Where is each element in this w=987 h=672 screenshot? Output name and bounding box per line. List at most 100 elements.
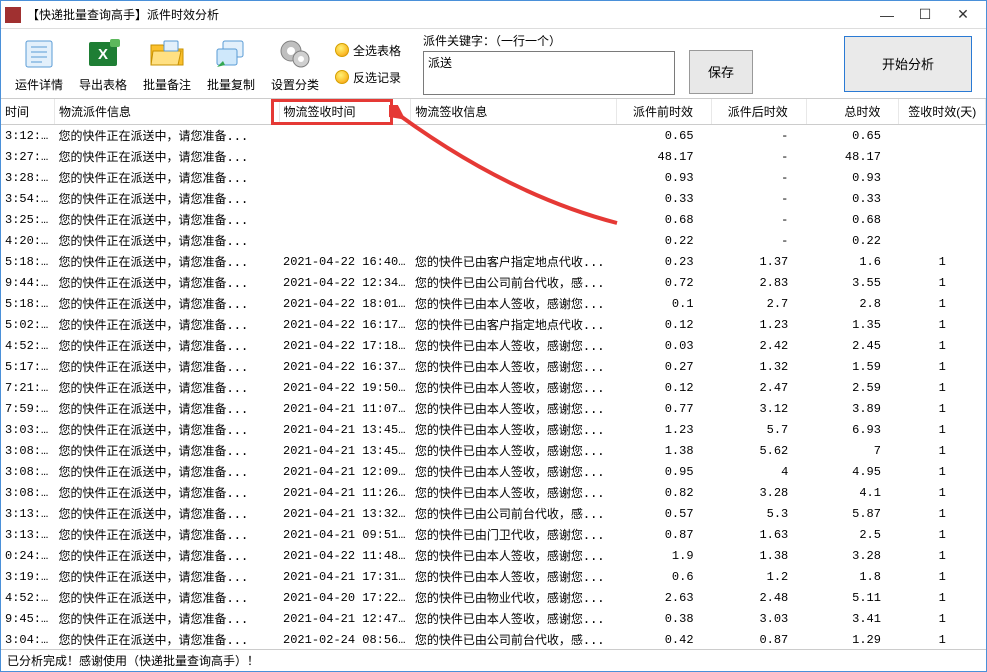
app-icon — [5, 7, 21, 23]
cell-sign-days: 1 — [899, 482, 986, 503]
col-dispatch-info[interactable]: 物流派件信息 — [55, 99, 279, 125]
cell-total-eff: 1.59 — [806, 356, 899, 377]
cell-pre-eff: 0.68 — [617, 209, 712, 230]
cell-pre-eff: 0.42 — [617, 629, 712, 649]
cell-pre-eff: 0.12 — [617, 377, 712, 398]
analyze-button[interactable]: 开始分析 — [844, 36, 972, 92]
cell-total-eff: 0.68 — [806, 209, 899, 230]
table-row[interactable]: 3:19:09您的快件正在派送中，请您准备...2021-04-21 17:31… — [1, 566, 986, 587]
cell-sign-info — [411, 209, 617, 230]
table-row[interactable]: 3:08:53您的快件正在派送中，请您准备...2021-04-21 11:26… — [1, 482, 986, 503]
cell-total-eff: 1.6 — [806, 251, 899, 272]
cell-total-eff: 3.89 — [806, 398, 899, 419]
col-post-eff[interactable]: 派件后时效 — [712, 99, 807, 125]
cell-total-eff: 3.55 — [806, 272, 899, 293]
cell-sign-days: 1 — [899, 293, 986, 314]
cell-sign-time — [279, 167, 411, 188]
col-sign-time[interactable]: 物流签收时间 — [279, 99, 411, 125]
col-sign-info[interactable]: 物流签收信息 — [411, 99, 617, 125]
cell-pre-eff: 48.17 — [617, 146, 712, 167]
cell-time: 3:08:27 — [1, 440, 55, 461]
keyword-label: 派件关键字：（一行一个） — [423, 32, 675, 49]
table-row[interactable]: 9:44:21您的快件正在派送中，请您准备...2021-04-22 12:34… — [1, 272, 986, 293]
cell-dispatch-info: 您的快件正在派送中，请您准备... — [55, 251, 279, 272]
table-row[interactable]: 5:18:55您的快件正在派送中，请您准备...2021-04-22 18:01… — [1, 293, 986, 314]
cell-sign-time: 2021-04-21 12:47:29 — [279, 608, 411, 629]
folder-icon — [147, 34, 187, 74]
table-row[interactable]: 3:13:41您的快件正在派送中，请您准备...2021-04-21 09:51… — [1, 524, 986, 545]
table-row[interactable]: 3:08:27您的快件正在派送中，请您准备...2021-04-21 13:45… — [1, 440, 986, 461]
cell-post-eff: - — [712, 188, 807, 209]
cell-sign-days: 1 — [899, 503, 986, 524]
cell-sign-days: 1 — [899, 314, 986, 335]
details-button[interactable]: 运件详情 — [9, 34, 69, 93]
cell-dispatch-info: 您的快件正在派送中，请您准备... — [55, 566, 279, 587]
cell-total-eff: 3.28 — [806, 545, 899, 566]
cell-dispatch-info: 您的快件正在派送中，请您准备... — [55, 398, 279, 419]
table-row[interactable]: 3:13:37您的快件正在派送中，请您准备...2021-04-21 13:32… — [1, 503, 986, 524]
table-row[interactable]: 3:28:41您的快件正在派送中，请您准备...0.93-0.93 — [1, 167, 986, 188]
bulb-icon — [335, 43, 349, 57]
maximize-button[interactable]: ☐ — [906, 1, 944, 28]
table-scroll[interactable]: 时间 物流派件信息 物流签收时间 物流签收信息 派件前时效 派件后时效 总时效 … — [1, 99, 986, 649]
cell-time: 9:45:06 — [1, 608, 55, 629]
batch-remark-button[interactable]: 批量备注 — [137, 34, 197, 93]
cell-sign-days: 1 — [899, 587, 986, 608]
cell-sign-time: 2021-04-21 11:07:27 — [279, 398, 411, 419]
cell-sign-info: 您的快件已由门卫代收，感谢您... — [411, 524, 617, 545]
cell-pre-eff: 0.95 — [617, 461, 712, 482]
table-row[interactable]: 4:20:56您的快件正在派送中，请您准备...0.22-0.22 — [1, 230, 986, 251]
table-row[interactable]: 3:04:12您的快件正在派送中，请您准备...2021-02-24 08:56… — [1, 629, 986, 649]
cell-sign-days: 1 — [899, 335, 986, 356]
cell-sign-info: 您的快件已由本人签收，感谢您... — [411, 377, 617, 398]
table-row[interactable]: 5:18:45您的快件正在派送中，请您准备...2021-04-22 16:40… — [1, 251, 986, 272]
cell-total-eff: 0.22 — [806, 230, 899, 251]
table-row[interactable]: 9:45:06您的快件正在派送中，请您准备...2021-04-21 12:47… — [1, 608, 986, 629]
table-row[interactable]: 3:03:20您的快件正在派送中，请您准备...2021-04-21 13:45… — [1, 419, 986, 440]
cell-sign-time: 2021-04-22 17:18:11 — [279, 335, 411, 356]
table-row[interactable]: 3:25:52您的快件正在派送中，请您准备...0.68-0.68 — [1, 209, 986, 230]
table-row[interactable]: 5:17:38您的快件正在派送中，请您准备...2021-04-22 16:37… — [1, 356, 986, 377]
cell-sign-time: 2021-02-24 08:56:16 — [279, 629, 411, 649]
cell-dispatch-info: 您的快件正在派送中，请您准备... — [55, 482, 279, 503]
table-row[interactable]: 3:08:33您的快件正在派送中，请您准备...2021-04-21 12:09… — [1, 461, 986, 482]
cell-post-eff: 2.83 — [712, 272, 807, 293]
table-row[interactable]: 0:24:36您的快件正在派送中，请您准备...2021-04-22 11:48… — [1, 545, 986, 566]
cell-total-eff: 6.93 — [806, 419, 899, 440]
minimize-button[interactable]: — — [868, 1, 906, 28]
cell-dispatch-info: 您的快件正在派送中，请您准备... — [55, 356, 279, 377]
table-row[interactable]: 5:02:12您的快件正在派送中，请您准备...2021-04-22 16:17… — [1, 314, 986, 335]
col-time[interactable]: 时间 — [1, 99, 55, 125]
col-total-eff[interactable]: 总时效 — [806, 99, 899, 125]
col-pre-eff[interactable]: 派件前时效 — [617, 99, 712, 125]
cell-time: 3:13:41 — [1, 524, 55, 545]
set-category-button[interactable]: 设置分类 — [265, 34, 325, 93]
table-row[interactable]: 3:27:33您的快件正在派送中，请您准备...48.17-48.17 — [1, 146, 986, 167]
table-row[interactable]: 7:21:52您的快件正在派送中，请您准备...2021-04-22 19:50… — [1, 377, 986, 398]
set-category-label: 设置分类 — [271, 76, 319, 93]
batch-copy-button[interactable]: 批量复制 — [201, 34, 261, 93]
export-button[interactable]: X 导出表格 — [73, 34, 133, 93]
select-all-checkbox[interactable]: 全选表格 — [335, 42, 401, 59]
cell-sign-info: 您的快件已由客户指定地点代收... — [411, 251, 617, 272]
table-row[interactable]: 4:52:57您的快件正在派送中，请您准备...2021-04-22 17:18… — [1, 335, 986, 356]
cell-dispatch-info: 您的快件正在派送中，请您准备... — [55, 293, 279, 314]
cell-dispatch-info: 您的快件正在派送中，请您准备... — [55, 209, 279, 230]
cell-time: 3:03:20 — [1, 419, 55, 440]
cell-total-eff: 1.29 — [806, 629, 899, 649]
cell-time: 4:52:57 — [1, 335, 55, 356]
cell-time: 5:02:12 — [1, 314, 55, 335]
table-row[interactable]: 3:12:31您的快件正在派送中，请您准备...0.65-0.65 — [1, 125, 986, 147]
cell-sign-time: 2021-04-22 19:50:07 — [279, 377, 411, 398]
close-button[interactable]: ✕ — [944, 1, 982, 28]
table-row[interactable]: 4:52:44您的快件正在派送中，请您准备...2021-04-20 17:22… — [1, 587, 986, 608]
table-row[interactable]: 3:54:34您的快件正在派送中，请您准备...0.33-0.33 — [1, 188, 986, 209]
cell-time: 3:13:37 — [1, 503, 55, 524]
table-row[interactable]: 7:59:40您的快件正在派送中，请您准备...2021-04-21 11:07… — [1, 398, 986, 419]
keyword-input[interactable] — [423, 51, 675, 95]
anti-select-checkbox[interactable]: 反选记录 — [335, 69, 401, 86]
cell-time: 0:24:36 — [1, 545, 55, 566]
save-button[interactable]: 保存 — [689, 50, 753, 94]
cell-dispatch-info: 您的快件正在派送中，请您准备... — [55, 524, 279, 545]
col-sign-days[interactable]: 签收时效(天) — [899, 99, 986, 125]
